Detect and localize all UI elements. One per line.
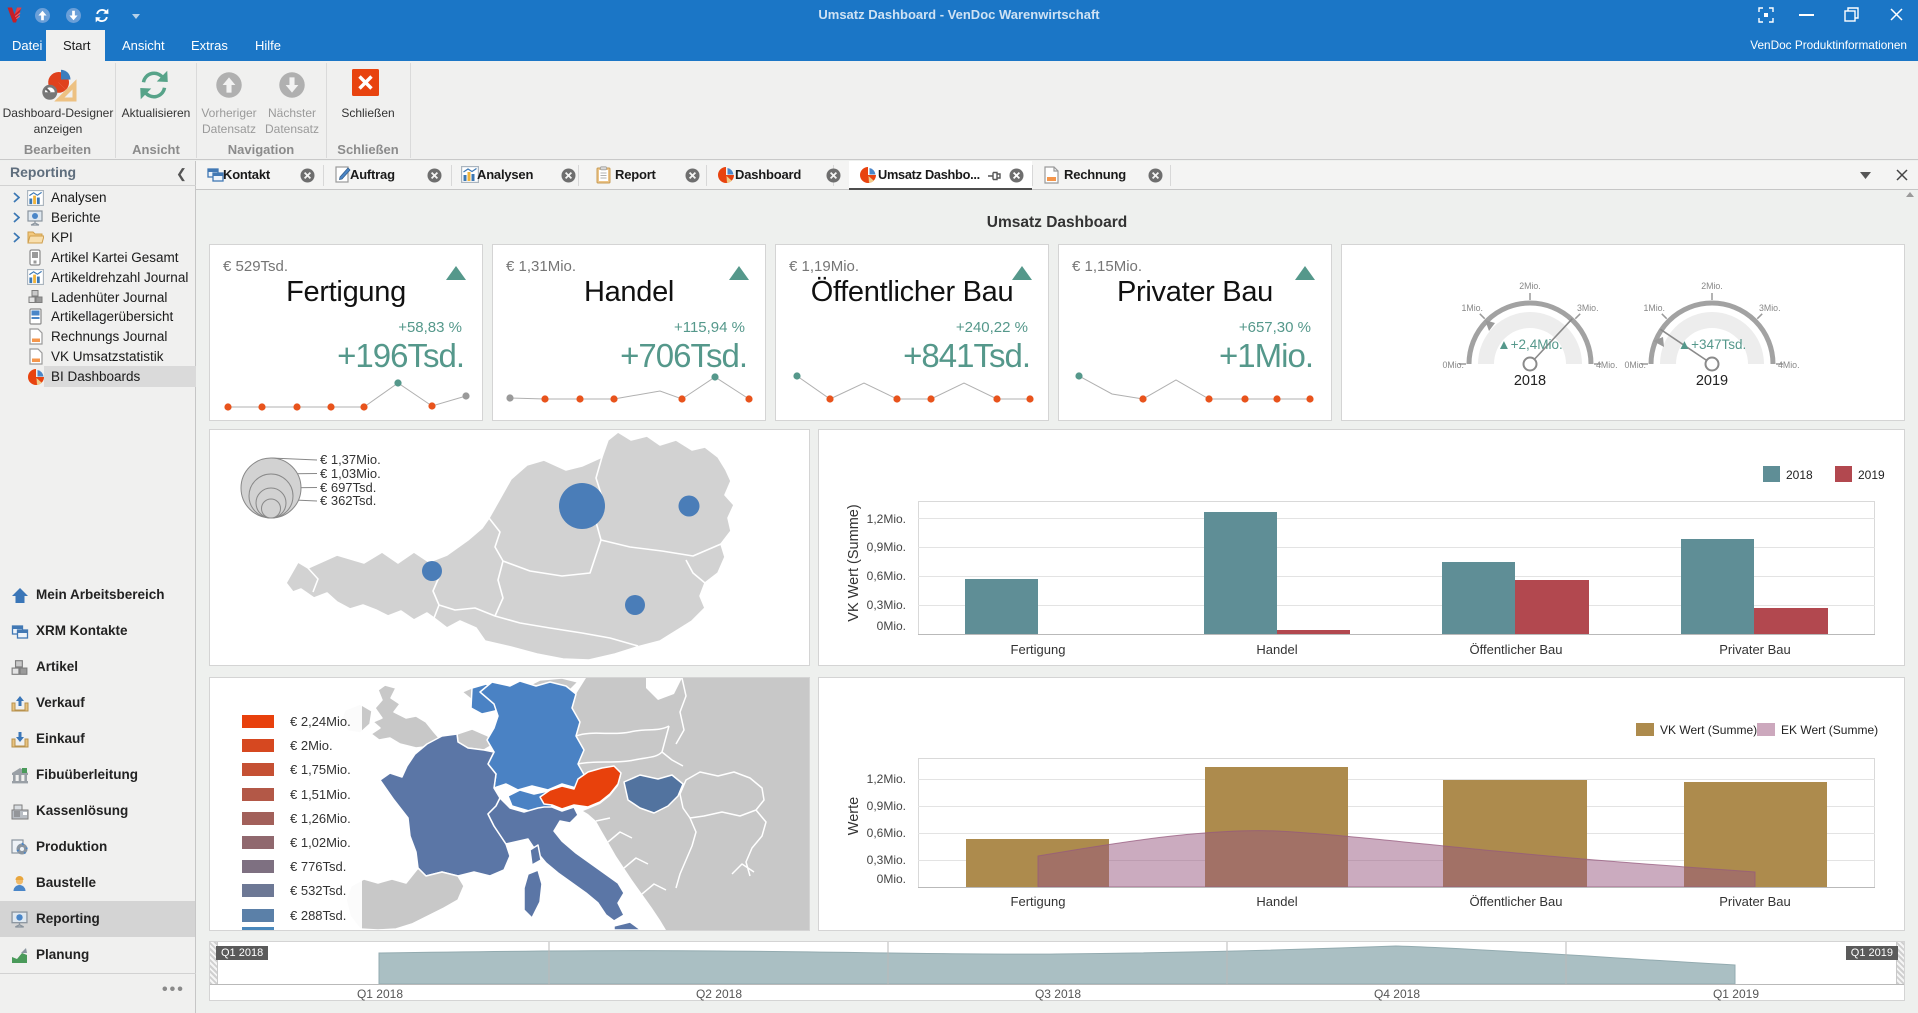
svg-text:€ 2,24Mio.: € 2,24Mio. [290,714,351,729]
svg-text:0Mio.: 0Mio. [1624,360,1646,370]
svg-text:€ 362Tsd.: € 362Tsd. [320,493,376,508]
svg-text:€ 1,26Mio.: € 1,26Mio. [290,811,351,826]
svg-text:€ 776Tsd.: € 776Tsd. [290,859,346,874]
svg-text:€ 2Mio.: € 2Mio. [290,738,333,753]
svg-text:4Mio.: 4Mio. [1778,360,1800,370]
svg-text:1Mio.: 1Mio. [1643,303,1665,313]
svg-text:€ 1,37Mio.: € 1,37Mio. [320,452,381,467]
svg-text:3Mio.: 3Mio. [1759,303,1781,313]
svg-text:€ 288Tsd.: € 288Tsd. [290,908,346,923]
svg-text:0Mio.: 0Mio. [1442,360,1464,370]
svg-text:€ 1,75Mio.: € 1,75Mio. [290,762,351,777]
svg-text:€ 532Tsd.: € 532Tsd. [290,883,346,898]
svg-text:3Mio.: 3Mio. [1577,303,1599,313]
svg-text:€ 1,51Mio.: € 1,51Mio. [290,787,351,802]
svg-text:2Mio.: 2Mio. [1701,281,1723,291]
svg-text:1Mio.: 1Mio. [1461,303,1483,313]
svg-text:€ 1,03Mio.: € 1,03Mio. [320,466,381,481]
svg-text:2Mio.: 2Mio. [1519,281,1541,291]
svg-text:€ 1,02Mio.: € 1,02Mio. [290,835,351,850]
